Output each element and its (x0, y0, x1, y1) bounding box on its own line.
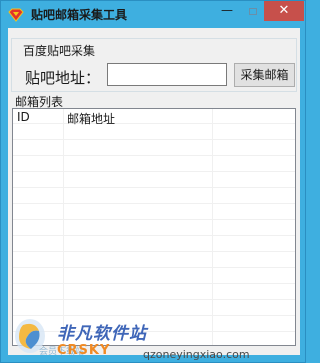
column-header-id[interactable]: ID (17, 110, 30, 124)
window-title: 贴吧邮箱采集工具 (31, 8, 128, 22)
address-label: 贴吧地址： (25, 69, 101, 87)
superman-shield-icon (8, 8, 24, 22)
minimize-button[interactable]: — (214, 3, 240, 21)
close-button[interactable]: ✕ (264, 1, 304, 21)
app-window: 贴吧邮箱采集工具 — ✕ 百度贴吧采集 贴吧地址： 采集邮箱 邮箱列表 ID 邮… (0, 0, 306, 363)
client-area: 百度贴吧采集 贴吧地址： 采集邮箱 邮箱列表 ID 邮箱地址 (8, 28, 300, 355)
group-label: 百度贴吧采集 (22, 42, 97, 59)
column-header-email[interactable]: 邮箱地址 (67, 110, 115, 127)
address-input[interactable] (107, 63, 227, 86)
maximize-button[interactable] (240, 3, 266, 21)
tieba-collect-group: 百度贴吧采集 贴吧地址： 采集邮箱 (11, 38, 297, 92)
title-bar[interactable]: 贴吧邮箱采集工具 — ✕ (1, 1, 305, 28)
collect-email-button[interactable]: 采集邮箱 (234, 63, 295, 87)
email-listview[interactable]: ID 邮箱地址 (12, 108, 296, 346)
maximize-icon (249, 8, 257, 15)
grid-lines (13, 109, 295, 345)
